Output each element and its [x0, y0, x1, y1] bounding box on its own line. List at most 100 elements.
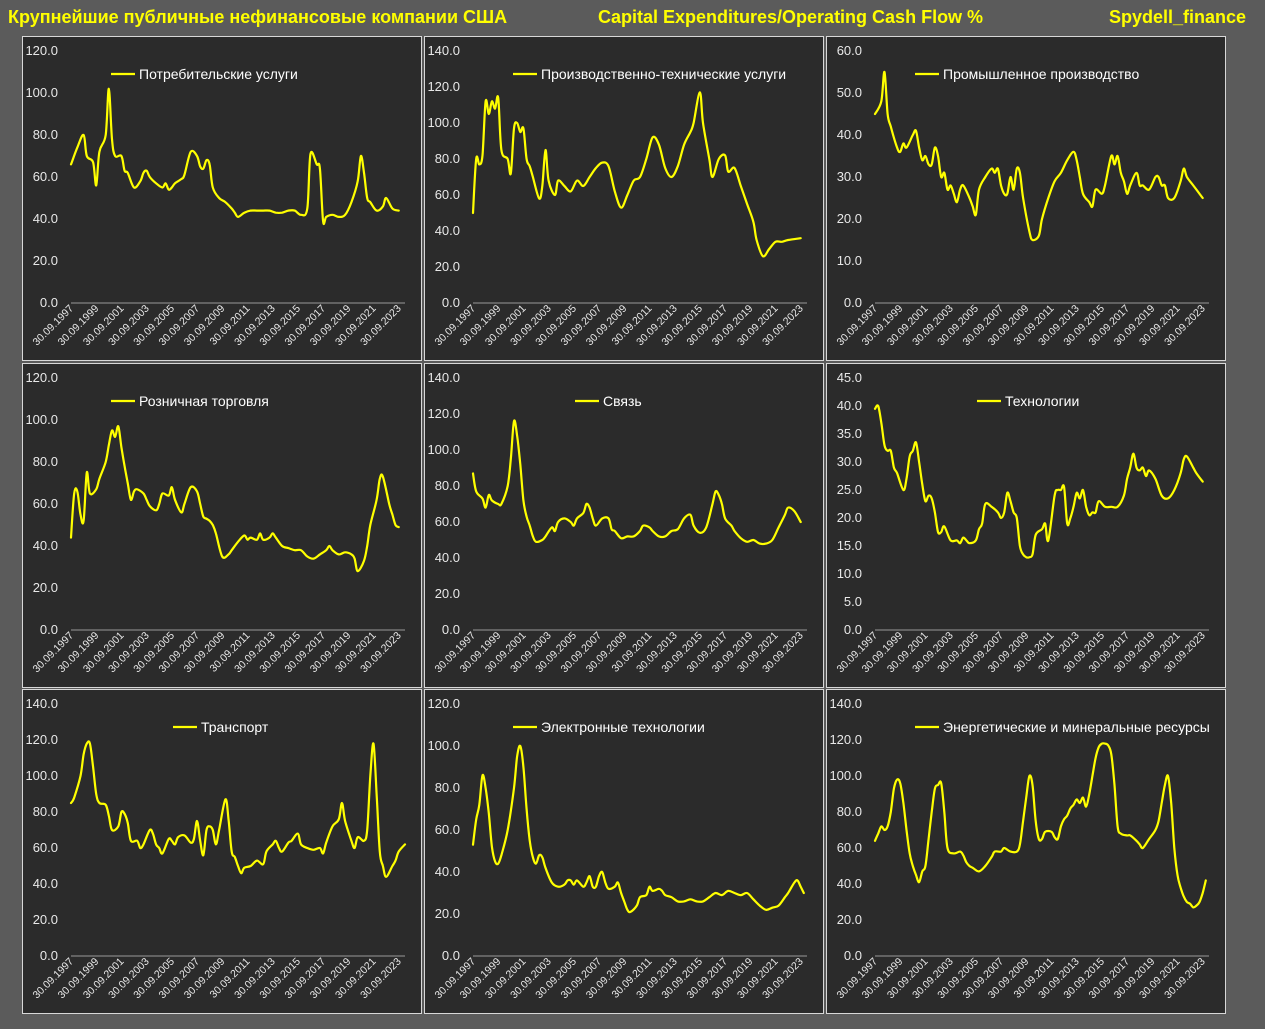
chart-svg-8: 0.020.040.060.080.0100.0120.030.09.19973… — [427, 696, 807, 1001]
y-tick-label: 100.0 — [829, 768, 862, 783]
chart-panel-2: 0.0 20.0 40.0 60.0 80.0 100.0 120.0 140.0 30.09.… — [424, 36, 824, 361]
series-line — [471, 419, 802, 546]
y-tick-label: 20.0 — [33, 912, 58, 927]
y-tick-label: 0.0 — [40, 948, 58, 963]
series-line — [873, 742, 1207, 909]
chart-svg-9: 0.020.040.060.080.0100.0120.0140.030.09.… — [829, 696, 1209, 1001]
y-tick-label: 40.0 — [837, 398, 862, 413]
y-tick-label: 20.0 — [33, 253, 58, 268]
chart-svg-6: 0.05.010.015.020.025.030.035.040.045.030… — [834, 370, 1209, 675]
y-tick-label: 80.0 — [435, 151, 460, 166]
y-tick-label: 20.0 — [837, 211, 862, 226]
chart-panel-9: 0.0 20.0 40.0 60.0 80.0 100.0 120.0 140.0 30.09.… — [826, 689, 1226, 1014]
y-tick-label: 0.0 — [442, 948, 460, 963]
y-tick-label: 120.0 — [427, 406, 460, 421]
y-tick-label: 40.0 — [837, 876, 862, 891]
chart-panel-3: 0.0 10.0 20.0 30.0 40.0 50.0 60.0 30.09.1997 30.… — [826, 36, 1226, 361]
y-tick-label: 40.0 — [435, 223, 460, 238]
legend-label: Производственно-технические услуги — [541, 66, 786, 82]
y-tick-label: 20.0 — [837, 510, 862, 525]
y-tick-label: 25.0 — [837, 482, 862, 497]
header-title-right: Spydell_finance — [1108, 7, 1246, 27]
y-tick-label: 140.0 — [829, 696, 862, 711]
y-tick-label: 10.0 — [837, 566, 862, 581]
y-tick-label: 60.0 — [33, 169, 58, 184]
chart-svg-3: 0.010.020.030.040.050.060.030.09.199730.… — [834, 43, 1209, 348]
chart-svg-5: 0.020.040.060.080.0100.0120.0140.030.09.… — [427, 370, 807, 675]
chart-panel-6: 0.0 5.0 10.0 15.0 20.0 25.0 30.0 35.0 40.0 45.0 30… — [826, 363, 1226, 688]
y-tick-label: 0.0 — [442, 622, 460, 637]
series-line — [471, 744, 805, 914]
y-tick-label: 80.0 — [435, 780, 460, 795]
y-tick-label: 40.0 — [435, 550, 460, 565]
series-line — [873, 70, 1204, 242]
y-tick-label: 10.0 — [837, 253, 862, 268]
y-tick-label: 60.0 — [435, 514, 460, 529]
y-tick-label: 50.0 — [837, 85, 862, 100]
y-tick-label: 60.0 — [837, 840, 862, 855]
y-tick-label: 0.0 — [40, 622, 58, 637]
y-tick-label: 60.0 — [837, 43, 862, 58]
y-tick-label: 80.0 — [33, 804, 58, 819]
y-tick-label: 120.0 — [25, 732, 58, 747]
legend-label: Потребительские услуги — [139, 66, 298, 82]
y-tick-label: 80.0 — [33, 454, 58, 469]
y-tick-label: 100.0 — [25, 85, 58, 100]
y-tick-label: 80.0 — [837, 804, 862, 819]
legend-label: Связь — [603, 393, 642, 409]
y-tick-label: 20.0 — [33, 580, 58, 595]
y-tick-label: 120.0 — [427, 696, 460, 711]
chart-svg-1: 0.020.040.060.080.0100.0120.030.09.19973… — [25, 43, 405, 348]
chart-svg-2: 0.020.040.060.080.0100.0120.0140.030.09.… — [427, 43, 807, 348]
y-tick-label: 20.0 — [435, 259, 460, 274]
chart-panel-1: 0.0 20.0 40.0 60.0 80.0 100.0 120.0 30.09.1997 3… — [22, 36, 422, 361]
y-tick-label: 60.0 — [435, 187, 460, 202]
chart-panel-4: 0.0 20.0 40.0 60.0 80.0 100.0 120.0 30.09.1997 3… — [22, 363, 422, 688]
series-line — [69, 425, 400, 573]
y-tick-label: 40.0 — [435, 864, 460, 879]
series-line — [69, 740, 407, 878]
y-tick-label: 80.0 — [33, 127, 58, 142]
y-tick-label: 120.0 — [25, 43, 58, 58]
y-tick-label: 100.0 — [427, 738, 460, 753]
y-tick-label: 30.0 — [837, 169, 862, 184]
y-tick-label: 60.0 — [33, 840, 58, 855]
header-title-left: Крупнейшие публичные нефинансовые компан… — [8, 7, 508, 27]
y-tick-label: 140.0 — [427, 370, 460, 385]
y-tick-label: 140.0 — [427, 43, 460, 58]
y-tick-label: 80.0 — [435, 478, 460, 493]
y-tick-label: 0.0 — [844, 622, 862, 637]
y-tick-label: 35.0 — [837, 426, 862, 441]
y-tick-label: 140.0 — [25, 696, 58, 711]
legend-label: Промышленное производство — [943, 66, 1139, 82]
series-line — [471, 91, 802, 258]
chart-panel-7: 0.0 20.0 40.0 60.0 80.0 100.0 120.0 140.0 30.09.… — [22, 689, 422, 1014]
y-tick-label: 0.0 — [844, 295, 862, 310]
series-line — [69, 87, 400, 226]
legend-label: Электронные технологии — [541, 719, 705, 735]
y-tick-label: 120.0 — [829, 732, 862, 747]
y-tick-label: 120.0 — [25, 370, 58, 385]
y-tick-label: 30.0 — [837, 454, 862, 469]
y-tick-label: 100.0 — [427, 115, 460, 130]
chart-panel-5: 0.0 20.0 40.0 60.0 80.0 100.0 120.0 140.0 30.09.… — [424, 363, 824, 688]
y-tick-label: 0.0 — [40, 295, 58, 310]
y-tick-label: 40.0 — [837, 127, 862, 142]
y-tick-label: 120.0 — [427, 79, 460, 94]
y-tick-label: 100.0 — [25, 768, 58, 783]
y-tick-label: 20.0 — [435, 906, 460, 921]
y-tick-label: 5.0 — [844, 594, 862, 609]
y-tick-label: 45.0 — [837, 370, 862, 385]
header-title-center: Capital Expenditures/Operating Cash Flow… — [598, 7, 984, 27]
chart-svg-4: 0.020.040.060.080.0100.0120.030.09.19973… — [25, 370, 405, 675]
y-tick-label: 40.0 — [33, 211, 58, 226]
y-tick-label: 60.0 — [435, 822, 460, 837]
legend-label: Технологии — [1005, 393, 1079, 409]
legend-label: Транспорт — [201, 719, 269, 735]
y-tick-label: 40.0 — [33, 876, 58, 891]
y-tick-label: 15.0 — [837, 538, 862, 553]
y-tick-label: 60.0 — [33, 496, 58, 511]
y-tick-label: 20.0 — [435, 586, 460, 601]
y-tick-label: 0.0 — [844, 948, 862, 963]
y-tick-label: 0.0 — [442, 295, 460, 310]
